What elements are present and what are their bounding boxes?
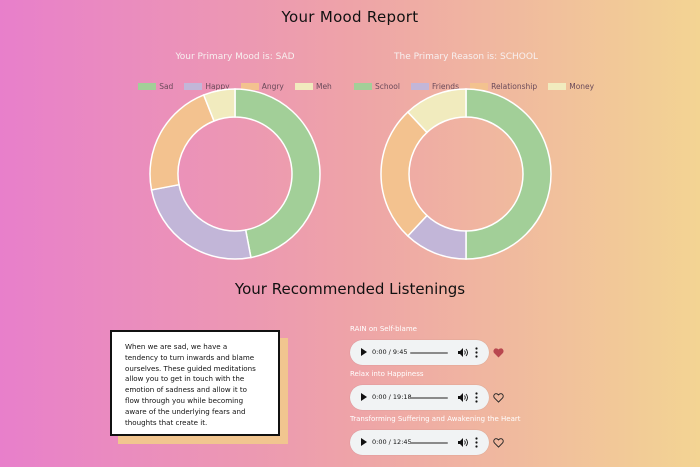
progress-slider[interactable] bbox=[410, 397, 448, 399]
description-line: allow you to get in touch with the bbox=[125, 374, 245, 384]
volume-icon[interactable] bbox=[458, 393, 468, 402]
track-time: 0:00 / 9:45 bbox=[372, 348, 408, 356]
play-icon[interactable] bbox=[361, 393, 367, 401]
description-line: emotion of sadness and allow it to bbox=[125, 385, 248, 395]
more-options-icon[interactable] bbox=[475, 347, 478, 358]
donut-slice-angry[interactable] bbox=[149, 93, 215, 191]
mood-chart-title: Your Primary Mood is: SAD bbox=[175, 52, 295, 62]
more-options-icon[interactable] bbox=[475, 437, 478, 448]
description-line: tendency to turn inwards and blame bbox=[125, 352, 255, 362]
progress-slider[interactable] bbox=[410, 352, 448, 354]
heart-outline-icon[interactable] bbox=[493, 393, 504, 403]
track-time: 0:00 / 12:45 bbox=[372, 438, 412, 446]
mood-description-card: When we are sad, we have a tendency to t… bbox=[110, 330, 280, 436]
play-icon[interactable] bbox=[361, 438, 367, 446]
heart-outline-icon[interactable] bbox=[493, 438, 504, 448]
recommended-listenings-title: Your Recommended Listenings bbox=[234, 280, 466, 298]
play-icon[interactable] bbox=[361, 348, 367, 356]
page-title: Your Mood Report bbox=[281, 8, 419, 26]
volume-icon[interactable] bbox=[458, 438, 468, 447]
heart-filled-icon[interactable] bbox=[493, 348, 504, 358]
description-line: flow through you while becoming bbox=[125, 395, 244, 405]
audio-player[interactable]: 0:00 / 9:45 bbox=[350, 340, 489, 365]
donut-slice-relationship[interactable] bbox=[380, 110, 429, 238]
reason-donut-chart bbox=[380, 88, 552, 260]
donut-slice-school[interactable] bbox=[465, 88, 552, 260]
reason-chart-title: The Primary Reason is: SCHOOL bbox=[394, 52, 538, 62]
more-options-icon[interactable] bbox=[475, 392, 478, 403]
progress-slider[interactable] bbox=[410, 442, 448, 444]
description-line: thoughts that create it. bbox=[125, 417, 208, 427]
legend-swatch bbox=[354, 83, 372, 90]
legend-label: Money bbox=[569, 82, 595, 91]
donut-slice-sad[interactable] bbox=[234, 88, 321, 259]
audio-player[interactable]: 0:00 / 19:18 bbox=[350, 385, 489, 410]
track-title: Relax into Happiness bbox=[350, 370, 424, 378]
mood-chart: Your Primary Mood is: SAD Sad Happy Angr… bbox=[120, 50, 350, 265]
donut-slice-happy[interactable] bbox=[150, 183, 252, 260]
description-line: aware of the underlying fears and bbox=[125, 406, 246, 416]
track-time: 0:00 / 19:18 bbox=[372, 393, 412, 401]
mood-donut-chart bbox=[149, 88, 321, 260]
reason-chart: The Primary Reason is: SCHOOL School Fri… bbox=[351, 50, 594, 265]
track-title: RAIN on Self-blame bbox=[350, 325, 417, 333]
volume-icon[interactable] bbox=[458, 348, 468, 357]
track-title: Transforming Suffering and Awakening the… bbox=[350, 415, 521, 423]
description-line: ourselves. These guided meditations bbox=[125, 363, 256, 373]
description-line: When we are sad, we have a bbox=[125, 342, 228, 351]
audio-player[interactable]: 0:00 / 12:45 bbox=[350, 430, 489, 455]
